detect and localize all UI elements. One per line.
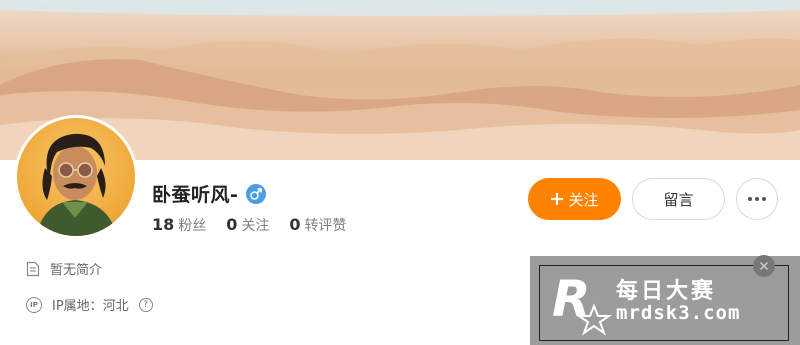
question-icon[interactable]: ? bbox=[138, 297, 153, 312]
bio-row: 暂无简介 bbox=[26, 259, 102, 278]
followers-label: 粉丝 bbox=[178, 218, 207, 234]
follow-button[interactable]: 关注 bbox=[528, 178, 621, 220]
avatar[interactable] bbox=[14, 115, 138, 239]
engagement-count: 0 bbox=[289, 215, 301, 234]
follow-label: 关注 bbox=[568, 191, 599, 209]
ip-location-row: IP IP属地：河北 ? bbox=[26, 295, 153, 314]
watermark-title: 每日大赛 bbox=[616, 279, 717, 304]
avatar-image bbox=[17, 118, 135, 236]
profile-stats: 18 粉丝 0 关注 0 转评赞 bbox=[152, 215, 347, 235]
name-row: 卧蚕听风- bbox=[152, 180, 267, 207]
ellipsis-icon bbox=[748, 197, 752, 201]
engagement-label: 转评赞 bbox=[304, 218, 347, 234]
bio-text: 暂无简介 bbox=[50, 263, 103, 278]
stat-followers[interactable]: 18 粉丝 bbox=[152, 215, 206, 235]
following-count: 0 bbox=[226, 215, 238, 234]
message-button[interactable]: 留言 bbox=[632, 178, 725, 220]
more-button[interactable] bbox=[736, 178, 778, 220]
stat-engagement[interactable]: 0 转评赞 bbox=[289, 215, 346, 235]
male-icon bbox=[246, 183, 267, 204]
plus-icon bbox=[551, 193, 564, 205]
close-icon[interactable] bbox=[753, 255, 775, 277]
followers-count: 18 bbox=[152, 215, 175, 234]
watermark-logo: R bbox=[552, 270, 613, 336]
ip-location-text: IP属地：河北 bbox=[52, 299, 129, 314]
username: 卧蚕听风- bbox=[152, 184, 239, 206]
message-label: 留言 bbox=[663, 191, 694, 209]
following-label: 关注 bbox=[241, 218, 270, 234]
ip-icon: IP bbox=[26, 296, 42, 313]
document-icon bbox=[26, 261, 40, 276]
watermark-url: mrdsk3.com bbox=[616, 302, 741, 324]
stat-following[interactable]: 0 关注 bbox=[226, 215, 269, 235]
